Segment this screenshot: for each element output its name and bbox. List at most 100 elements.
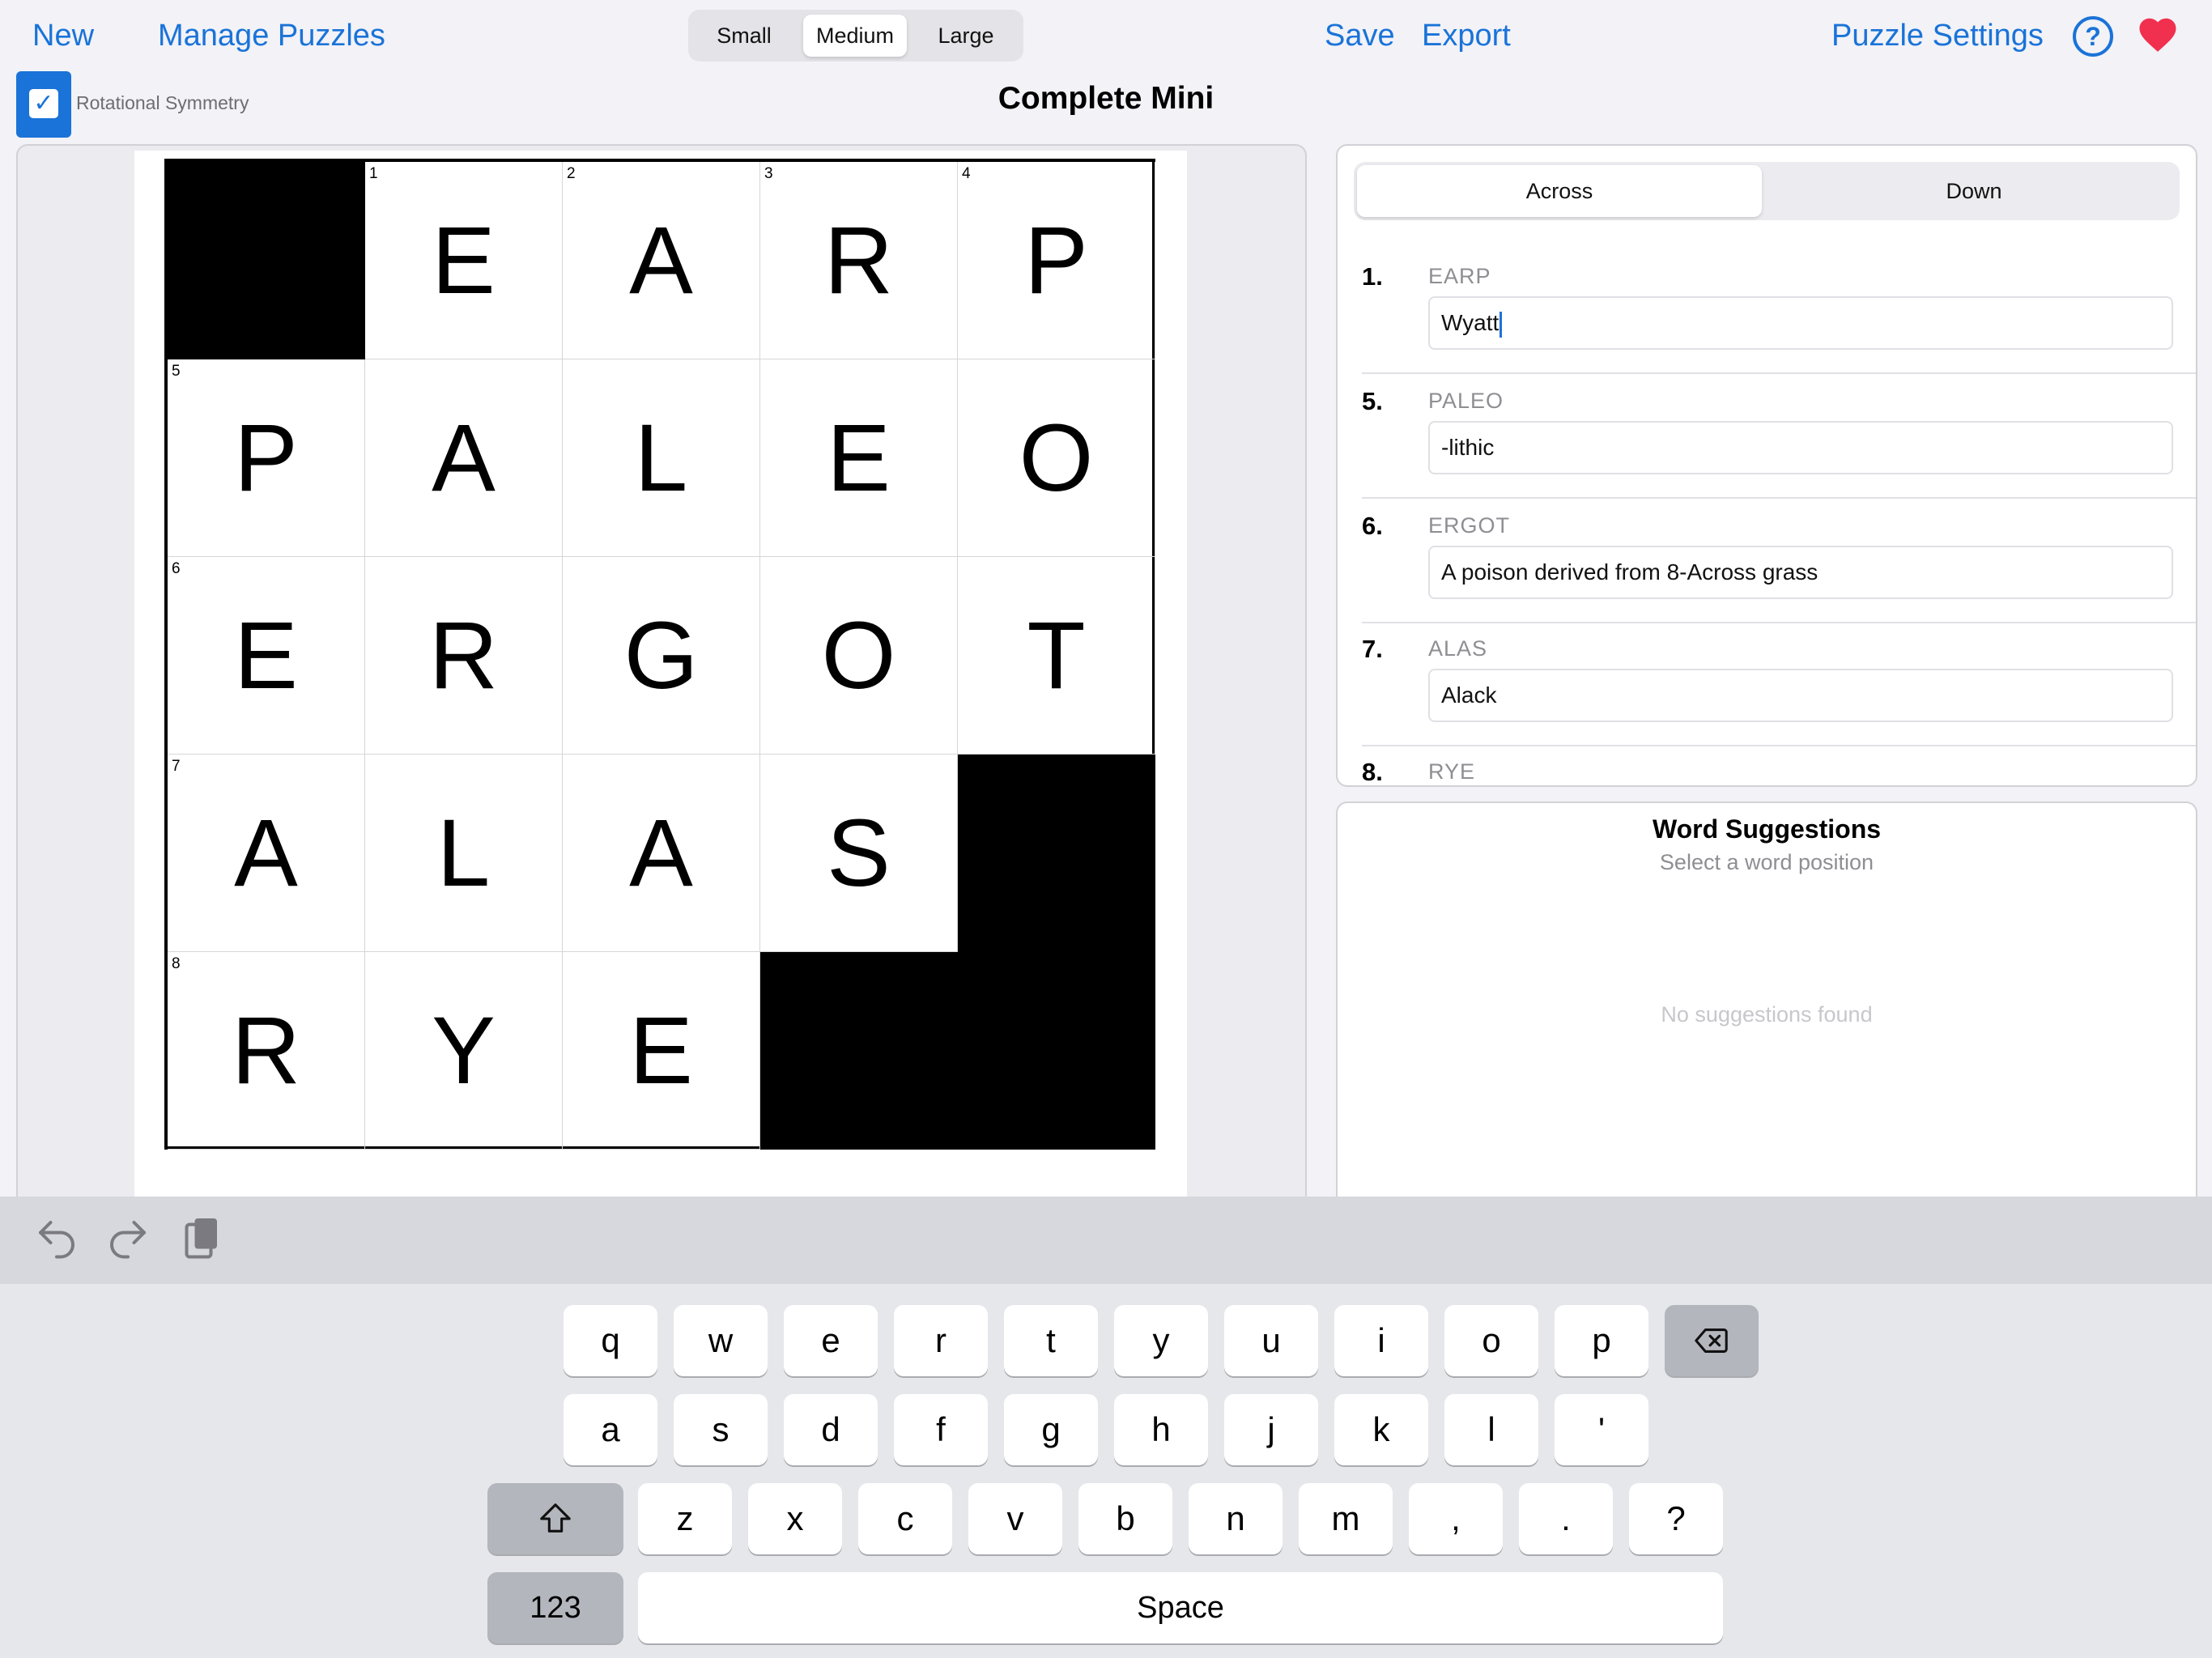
tab-down[interactable]: Down <box>1772 165 2176 217</box>
direction-segmented-control: Across Down <box>1354 162 2180 220</box>
new-button[interactable]: New <box>32 13 94 58</box>
key-period[interactable]: . <box>1519 1483 1613 1554</box>
puzzle-title: Complete Mini <box>998 81 1214 116</box>
black-square[interactable] <box>958 952 1155 1150</box>
undo-icon[interactable] <box>32 1214 81 1263</box>
grid-cell[interactable]: L <box>563 359 760 557</box>
key-l[interactable]: l <box>1444 1394 1538 1465</box>
key-w[interactable]: w <box>674 1305 768 1376</box>
key-d[interactable]: d <box>784 1394 878 1465</box>
key-f[interactable]: f <box>894 1394 988 1465</box>
key-n[interactable]: n <box>1189 1483 1283 1554</box>
black-square[interactable] <box>958 755 1155 952</box>
help-icon[interactable]: ? <box>2073 16 2113 57</box>
export-button[interactable]: Export <box>1422 13 1511 58</box>
key-t[interactable]: t <box>1004 1305 1098 1376</box>
rotational-symmetry-checkbox[interactable]: ✓ <box>16 71 71 138</box>
key-g[interactable]: g <box>1004 1394 1098 1465</box>
size-option-small[interactable]: Small <box>693 15 795 57</box>
space-key[interactable]: Space <box>638 1572 1723 1643</box>
tab-across[interactable]: Across <box>1357 165 1762 217</box>
key-y[interactable]: y <box>1114 1305 1208 1376</box>
cell-letter: R <box>231 997 301 1104</box>
grid-cell[interactable]: O <box>760 557 958 755</box>
key-b[interactable]: b <box>1078 1483 1172 1554</box>
key-c[interactable]: c <box>858 1483 952 1554</box>
grid-cell[interactable]: O <box>958 359 1155 557</box>
black-square[interactable] <box>760 952 958 1150</box>
key-j[interactable]: j <box>1224 1394 1318 1465</box>
clue-input[interactable]: Alack <box>1428 669 2173 722</box>
grid-cell[interactable]: 5P <box>168 359 365 557</box>
cell-letter: E <box>234 602 298 709</box>
divider <box>1362 745 2196 746</box>
key-o[interactable]: o <box>1444 1305 1538 1376</box>
checkmark-icon: ✓ <box>29 89 58 118</box>
key-u[interactable]: u <box>1224 1305 1318 1376</box>
grid-cell[interactable]: A <box>563 755 760 952</box>
grid-cell[interactable]: 7A <box>168 755 365 952</box>
key-question[interactable]: ? <box>1629 1483 1723 1554</box>
key-m[interactable]: m <box>1299 1483 1393 1554</box>
grid-cell[interactable]: 3R <box>760 162 958 359</box>
clue-input[interactable]: A poison derived from 8-Across grass <box>1428 546 2173 599</box>
cell-letter: S <box>827 800 891 907</box>
suggestions-title: Word Suggestions <box>1652 814 1882 844</box>
size-option-large[interactable]: Large <box>915 15 1017 57</box>
key-comma[interactable]: , <box>1409 1483 1503 1554</box>
clue-row: 7. ALAS Alack <box>1338 635 2196 759</box>
grid-cell[interactable]: G <box>563 557 760 755</box>
key-q[interactable]: q <box>564 1305 657 1376</box>
cell-letter: L <box>634 405 688 512</box>
redo-icon[interactable] <box>104 1214 152 1263</box>
grid-cell[interactable]: E <box>760 359 958 557</box>
grid-cell[interactable]: 1E <box>365 162 563 359</box>
save-button[interactable]: Save <box>1325 13 1395 58</box>
grid-cell[interactable]: T <box>958 557 1155 755</box>
key-x[interactable]: x <box>748 1483 842 1554</box>
puzzle-settings-button[interactable]: Puzzle Settings <box>1831 13 2044 58</box>
grid-cell[interactable]: L <box>365 755 563 952</box>
clue-answer: ERGOT <box>1428 513 1511 538</box>
grid-cell[interactable]: 2A <box>563 162 760 359</box>
key-i[interactable]: i <box>1334 1305 1428 1376</box>
key-z[interactable]: z <box>638 1483 732 1554</box>
key-k[interactable]: k <box>1334 1394 1428 1465</box>
backspace-key[interactable] <box>1665 1305 1759 1376</box>
grid-cell[interactable]: R <box>365 557 563 755</box>
clue-answer: EARP <box>1428 264 1491 288</box>
key-a[interactable]: a <box>564 1394 657 1465</box>
numbers-key[interactable]: 123 <box>487 1572 623 1643</box>
key-apostrophe[interactable]: ' <box>1555 1394 1648 1465</box>
grid-cell[interactable]: 6E <box>168 557 365 755</box>
clue-number: 6. <box>1362 512 1383 540</box>
black-square[interactable] <box>168 162 365 359</box>
grid-cell[interactable]: E <box>563 952 760 1150</box>
cell-letter: Y <box>432 997 496 1104</box>
key-v[interactable]: v <box>968 1483 1062 1554</box>
key-p[interactable]: p <box>1555 1305 1648 1376</box>
suggestions-empty-message: No suggestions found <box>1661 1002 1873 1027</box>
cell-letter: A <box>629 207 693 314</box>
grid-cell[interactable]: Y <box>365 952 563 1150</box>
key-s[interactable]: s <box>674 1394 768 1465</box>
clue-input[interactable]: Wyatt <box>1428 296 2173 350</box>
size-option-medium[interactable]: Medium <box>803 15 907 57</box>
key-r[interactable]: r <box>894 1305 988 1376</box>
cell-letter: O <box>821 602 896 709</box>
clue-number: 5. <box>1362 387 1383 415</box>
grid-cell[interactable]: S <box>760 755 958 952</box>
heart-icon[interactable] <box>2136 13 2180 57</box>
grid-cell[interactable]: 4P <box>958 162 1155 359</box>
rotational-symmetry-label: Rotational Symmetry <box>76 92 249 113</box>
key-h[interactable]: h <box>1114 1394 1208 1465</box>
manage-puzzles-button[interactable]: Manage Puzzles <box>158 13 385 58</box>
key-e[interactable]: e <box>784 1305 878 1376</box>
clue-input[interactable]: -lithic <box>1428 421 2173 474</box>
top-toolbar: New Manage Puzzles Small Medium Large Sa… <box>0 0 2212 71</box>
paste-icon[interactable] <box>177 1214 225 1263</box>
grid-cell[interactable]: 8R <box>168 952 365 1150</box>
grid-cell[interactable]: A <box>365 359 563 557</box>
cell-letter: O <box>1019 405 1094 512</box>
shift-key[interactable] <box>487 1483 623 1554</box>
